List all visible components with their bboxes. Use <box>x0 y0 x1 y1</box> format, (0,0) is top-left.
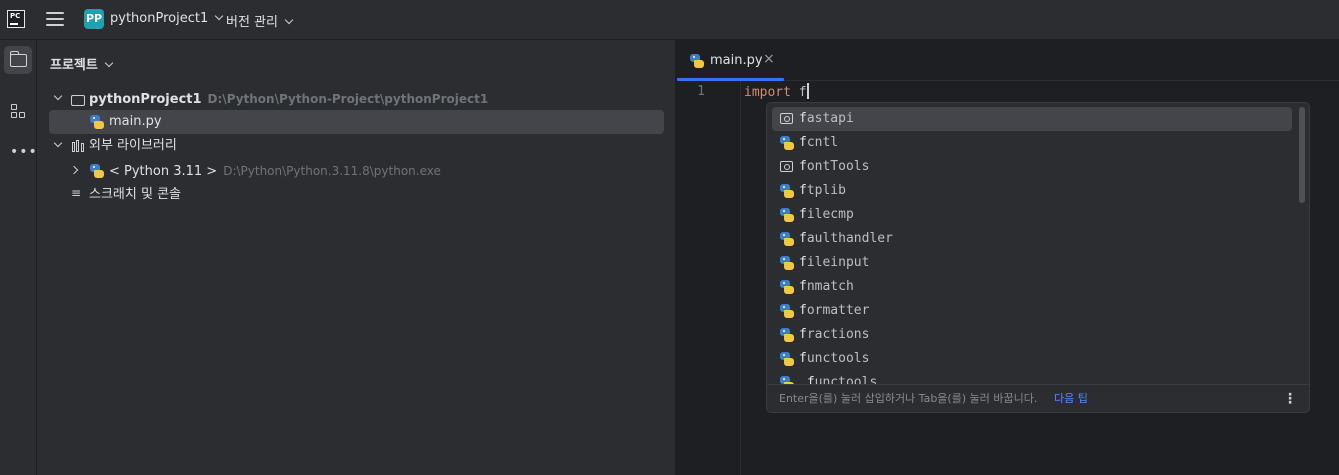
project-path: D:\Python\Python-Project\pythonProject1 <box>207 92 489 106</box>
completion-item-label: fcntl <box>799 135 839 150</box>
next-tip-link[interactable]: 다음 팁 <box>1054 385 1088 412</box>
vcs-menu[interactable]: 버전 관리 <box>226 11 294 30</box>
completion-hint: Enter을(를) 눌러 삽입하거나 Tab을(를) 눌러 바꿉니다. <box>779 392 1038 405</box>
python-icon <box>780 280 794 294</box>
line-gutter <box>677 81 741 475</box>
chevron-down-icon <box>214 11 224 21</box>
structure-icon <box>11 104 26 119</box>
chevron-down-icon[interactable] <box>53 138 63 148</box>
more-options-icon[interactable]: ⋮ <box>1283 385 1297 412</box>
scratches-icon: ≡ <box>71 186 82 200</box>
project-tool-button[interactable] <box>4 46 32 74</box>
text-caret <box>806 83 809 99</box>
code-keyword: import <box>744 85 791 100</box>
main-menu-icon[interactable] <box>46 12 64 28</box>
close-icon[interactable]: × <box>763 51 775 67</box>
folder-icon <box>71 95 85 106</box>
pycharm-logo-icon: PC <box>7 10 25 28</box>
completion-item[interactable]: _functools <box>772 371 1292 384</box>
tree-item-scratches[interactable]: ≡ 스크래치 및 콘솔 <box>49 183 664 207</box>
completion-footer: Enter을(를) 눌러 삽입하거나 Tab을(를) 눌러 바꿉니다. 다음 팁… <box>767 384 1309 412</box>
completion-item-label: filecmp <box>799 207 854 222</box>
completion-item[interactable]: fontTools <box>772 155 1292 179</box>
python-icon <box>780 352 794 366</box>
completion-item[interactable]: fractions <box>772 323 1292 347</box>
structure-tool-button[interactable] <box>4 97 32 125</box>
title-bar: PC PP pythonProject1 버전 관리 <box>0 0 1339 40</box>
tree-item-main-py[interactable]: main.py <box>49 110 664 134</box>
completion-item-label: faulthandler <box>799 231 893 246</box>
chevron-down-icon <box>284 15 294 25</box>
python-file-icon <box>690 54 704 68</box>
completion-item[interactable]: filecmp <box>772 203 1292 227</box>
logo-text: PC <box>10 12 21 20</box>
code-line[interactable]: import f <box>744 83 809 100</box>
project-panel: 프로젝트 pythonProject1 D:\Python\Python-Proj… <box>37 40 676 475</box>
completion-item[interactable]: ftplib <box>772 179 1292 203</box>
completion-item-label: fastapi <box>799 111 854 126</box>
completion-item-label: fileinput <box>799 255 870 270</box>
python-icon <box>780 232 794 246</box>
python-icon <box>780 256 794 270</box>
python-icon <box>780 208 794 222</box>
completion-item[interactable]: formatter <box>772 299 1292 323</box>
completion-item[interactable]: faulthandler <box>772 227 1292 251</box>
tab-main-py[interactable]: main.py × <box>677 40 784 81</box>
completion-item[interactable]: fnmatch <box>772 275 1292 299</box>
package-icon <box>780 161 793 172</box>
tree-item-label: 외부 라이브러리 <box>89 138 177 153</box>
python-file-icon <box>90 115 104 129</box>
more-icon: ••• <box>10 144 38 160</box>
completion-item-label: formatter <box>799 303 870 318</box>
tree-item-project-root[interactable]: pythonProject1 D:\Python\Python-Project\p… <box>49 87 664 111</box>
line-number: 1 <box>697 84 705 99</box>
folder-icon <box>9 51 27 67</box>
package-icon <box>780 113 793 124</box>
tree-item-label: < Python 3.11 > D:\Python\Python.3.11.8\p… <box>109 164 441 179</box>
completion-item-label: functools <box>799 351 870 366</box>
tree-item-label: 스크래치 및 콘솔 <box>89 187 181 202</box>
library-icon <box>72 140 86 152</box>
tab-label: main.py <box>710 53 763 68</box>
tree-item-python-sdk[interactable]: < Python 3.11 > D:\Python\Python.3.11.8\p… <box>49 159 664 183</box>
tool-window-strip: ••• <box>0 40 37 475</box>
chevron-down-icon <box>104 58 114 68</box>
completion-item[interactable]: fcntl <box>772 131 1292 155</box>
scrollbar[interactable] <box>1299 107 1305 203</box>
completion-list[interactable]: fastapi fcntl fontTools ftplib filecmp faulth… <box>767 107 1297 384</box>
python-icon <box>780 136 794 150</box>
editor-tab-bar: main.py × <box>677 40 1339 81</box>
project-panel-title[interactable]: 프로젝트 <box>50 54 114 73</box>
python-icon <box>90 164 104 178</box>
tree-item-label: main.py <box>109 114 162 129</box>
completion-item[interactable]: fileinput <box>772 251 1292 275</box>
python-icon <box>780 328 794 342</box>
code-text: f <box>790 85 807 100</box>
completion-item[interactable]: fastapi <box>772 107 1292 131</box>
python-icon <box>780 304 794 318</box>
tree-item-external-libraries[interactable]: 외부 라이브러리 <box>49 134 664 158</box>
project-name: pythonProject1 <box>110 11 224 26</box>
completion-item-label: ftplib <box>799 183 846 198</box>
code-completion-popup: fastapi fcntl fontTools ftplib filecmp faulth… <box>766 102 1310 413</box>
completion-item-label: _functools <box>799 375 878 384</box>
project-badge: PP <box>84 9 104 29</box>
completion-item-label: fractions <box>799 327 870 342</box>
python-icon <box>780 376 794 384</box>
chevron-down-icon[interactable] <box>53 91 63 101</box>
completion-item-label: fontTools <box>799 159 870 174</box>
completion-item-label: fnmatch <box>799 279 854 294</box>
more-tools-button[interactable]: ••• <box>4 138 37 166</box>
sdk-path: D:\Python\Python.3.11.8\python.exe <box>223 164 441 178</box>
chevron-right-icon[interactable] <box>69 165 79 175</box>
python-icon <box>780 184 794 198</box>
tree-item-label: pythonProject1 D:\Python\Python-Project\p… <box>89 92 489 107</box>
completion-item[interactable]: functools <box>772 347 1292 371</box>
